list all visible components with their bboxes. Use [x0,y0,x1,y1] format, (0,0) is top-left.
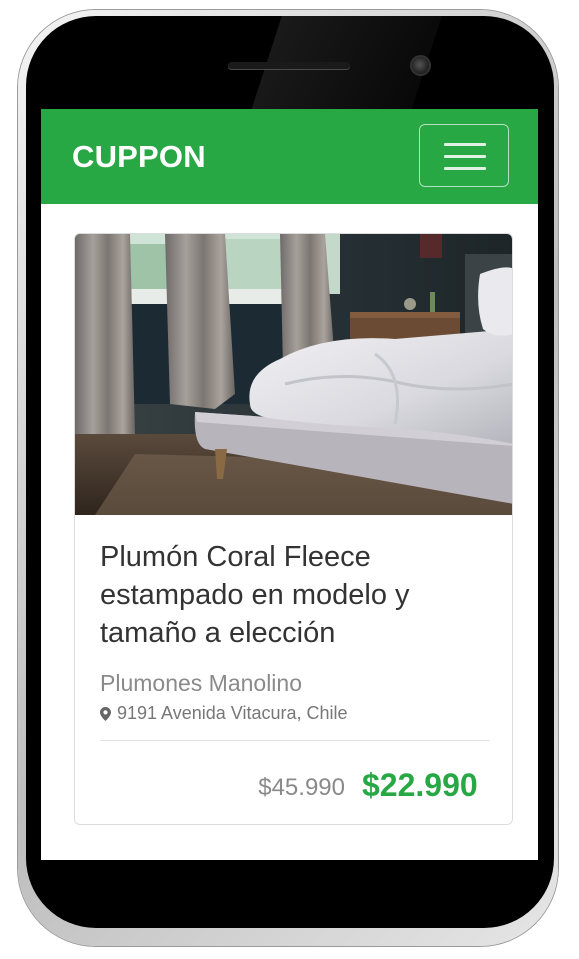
merchant-address: 9191 Avenida Vitacura, Chile [100,703,348,724]
card-divider [100,740,490,741]
navbar: CUPPON [41,109,538,204]
deal-title[interactable]: Plumón Coral Fleece estampado en modelo … [100,538,495,652]
address-text: 9191 Avenida Vitacura, Chile [117,703,348,723]
phone-speaker [228,62,350,69]
menu-toggle-button[interactable] [419,124,509,187]
hamburger-menu-icon [444,167,486,170]
hamburger-menu-icon [444,143,486,146]
deal-image[interactable] [75,234,513,515]
original-price: $45.990 [258,774,345,801]
map-marker-icon [100,706,111,721]
deal-card[interactable]: Plumón Coral Fleece estampado en modelo … [74,233,513,825]
discount-price: $22.990 [362,767,478,803]
phone-screen: CUPPON Plumón Coral Fleece estampado en … [41,109,538,860]
brand-logo[interactable]: CUPPON [72,139,206,175]
merchant-name: Plumones Manolino [100,670,303,696]
hamburger-menu-icon [444,155,486,158]
phone-camera [412,57,429,74]
